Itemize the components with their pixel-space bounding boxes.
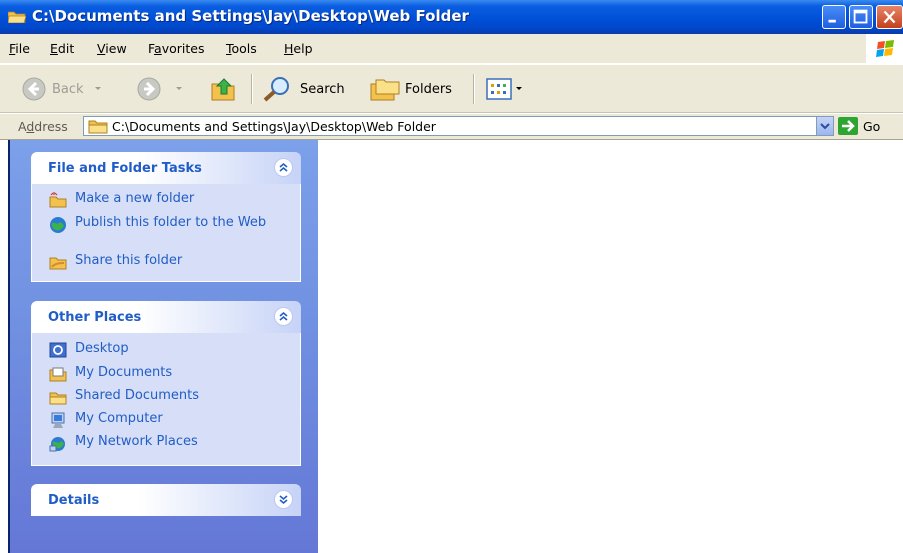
forward-arrow-icon: [137, 77, 161, 101]
place-shared-documents[interactable]: Shared Documents: [49, 389, 199, 405]
desktop-icon: [49, 342, 67, 358]
search-button[interactable]: Search: [262, 75, 345, 103]
folder-up-icon: [211, 78, 235, 101]
folders-button[interactable]: Folders: [370, 75, 452, 103]
chevron-down-icon: [820, 123, 830, 130]
shared-documents-icon: [49, 392, 67, 405]
place-desktop[interactable]: Desktop: [49, 342, 129, 358]
menu-favorites[interactable]: Favorites: [148, 41, 204, 56]
share-folder-icon: [49, 257, 67, 270]
menu-file[interactable]: File: [9, 41, 30, 56]
panel-title: Other Places: [48, 310, 142, 325]
menu-help[interactable]: Help: [284, 41, 313, 56]
minimize-button[interactable]: [822, 5, 846, 29]
views-button[interactable]: [486, 75, 524, 103]
details-panel: Details: [31, 484, 301, 516]
task-make-folder[interactable]: Make a new folder: [49, 192, 194, 208]
up-button[interactable]: [210, 75, 238, 103]
place-my-computer[interactable]: My Computer: [49, 412, 163, 430]
task-pane: File and Folder Tasks Make a new folder …: [0, 140, 318, 553]
panel-body: Desktop My Documents Shared Documents My…: [31, 333, 301, 466]
menu-tools[interactable]: Tools: [226, 41, 257, 56]
my-computer-icon: [51, 412, 65, 428]
views-grid-icon: [486, 78, 512, 100]
publish-web-icon: [50, 217, 66, 233]
go-arrow-icon: [838, 117, 858, 135]
chevron-up-icon: [279, 162, 288, 172]
search-icon: [263, 77, 289, 102]
maximize-button[interactable]: [849, 5, 873, 29]
collapse-button[interactable]: [274, 158, 293, 177]
chevron-down-icon: [94, 87, 101, 90]
windows-logo: [866, 34, 903, 64]
collapse-button[interactable]: [274, 307, 293, 326]
folder-icon: [8, 11, 26, 23]
menu-view[interactable]: View: [97, 41, 127, 56]
toolbar: Back Search Folders: [0, 65, 903, 113]
file-folder-tasks-panel: File and Folder Tasks Make a new folder …: [31, 152, 301, 282]
panel-header[interactable]: Other Places: [31, 301, 301, 333]
minimize-icon: [828, 19, 836, 23]
panel-header[interactable]: Details: [31, 484, 301, 516]
menu-edit[interactable]: Edit: [50, 41, 74, 56]
address-input[interactable]: C:\Documents and Settings\Jay\Desktop\We…: [83, 116, 834, 136]
place-network-places[interactable]: My Network Places: [49, 435, 198, 453]
go-button[interactable]: Go: [838, 116, 880, 136]
my-documents-icon: [49, 367, 67, 382]
chevron-down-icon: [516, 87, 522, 90]
task-share-folder[interactable]: Share this folder: [49, 254, 182, 270]
back-arrow-icon: [22, 77, 46, 101]
maximize-icon: [853, 9, 868, 24]
chevron-down-icon: [279, 495, 288, 505]
forward-button[interactable]: [137, 75, 185, 103]
expand-button[interactable]: [274, 490, 293, 509]
close-button[interactable]: [876, 5, 903, 29]
address-value: C:\Documents and Settings\Jay\Desktop\We…: [112, 119, 436, 134]
new-folder-icon: [49, 192, 67, 208]
menu-bar: File Edit View Favorites Tools Help: [0, 34, 903, 64]
windows-flag-icon: [876, 40, 894, 57]
other-places-panel: Other Places Desktop My Documents Shared…: [31, 301, 301, 466]
task-publish-web[interactable]: Publish this folder to the Web: [49, 216, 269, 234]
address-dropdown-button[interactable]: [816, 117, 833, 135]
folders-icon: [370, 79, 400, 101]
folder-icon: [88, 120, 108, 134]
back-button[interactable]: Back: [22, 75, 104, 103]
close-icon: [883, 10, 896, 24]
panel-title: Details: [48, 493, 100, 508]
panel-header[interactable]: File and Folder Tasks: [31, 152, 301, 184]
folder-contents-area[interactable]: [318, 140, 903, 553]
panel-body: Make a new folder Publish this folder to…: [31, 184, 301, 282]
address-bar: Address C:\Documents and Settings\Jay\De…: [0, 114, 903, 140]
place-my-documents[interactable]: My Documents: [49, 366, 172, 382]
window-title: C:\Documents and Settings\Jay\Desktop\We…: [32, 7, 469, 25]
chevron-down-icon: [176, 87, 182, 90]
title-bar[interactable]: C:\Documents and Settings\Jay\Desktop\We…: [0, 0, 903, 34]
network-places-icon: [49, 437, 65, 452]
address-label: Address: [18, 119, 68, 134]
panel-title: File and Folder Tasks: [48, 161, 202, 176]
chevron-up-icon: [279, 311, 288, 321]
